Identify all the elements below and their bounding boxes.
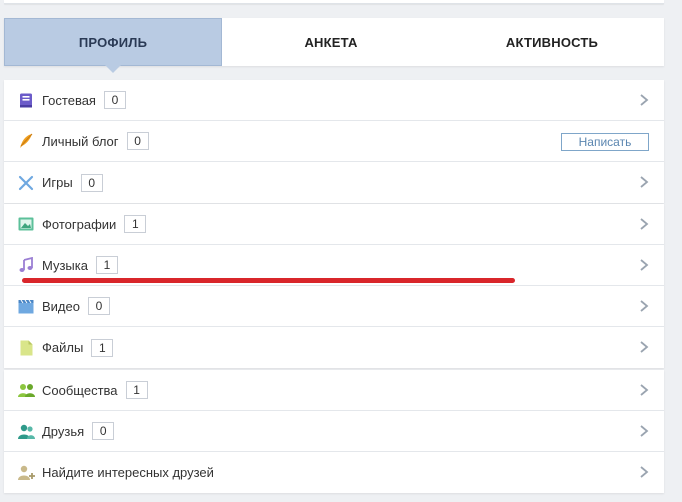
social-group: Сообщества 1 Друзья 0 Найдите интересных… [4, 370, 664, 493]
photo-icon [17, 215, 35, 233]
list-item-files[interactable]: Файлы 1 [4, 327, 664, 368]
chevron-right-icon [640, 259, 649, 271]
media-group: Фотографии 1 Музыка 1 Видео 0 Файлы 1 [4, 204, 664, 368]
communities-icon [17, 381, 35, 399]
guestbook-count: 0 [103, 91, 126, 109]
chevron-right-icon [640, 176, 649, 188]
chevron-right-icon [640, 384, 649, 396]
friends-label: Друзья [42, 423, 85, 439]
list-item-find-friends[interactable]: Найдите интересных друзей [4, 452, 664, 493]
music-label: Музыка [42, 257, 88, 273]
photos-count: 1 [124, 215, 147, 233]
list-item-friends[interactable]: Друзья 0 [4, 411, 664, 452]
music-note-icon [17, 256, 35, 274]
music-count: 1 [95, 256, 118, 274]
friends-count: 0 [92, 422, 115, 440]
list-item-video[interactable]: Видео 0 [4, 286, 664, 327]
tab-activity-label: АКТИВНОСТЬ [505, 34, 599, 50]
personal-group: Гостевая 0 Личный блог 0 Написать Игры 0 [4, 80, 664, 203]
blog-count: 0 [126, 132, 149, 150]
games-label: Игры [42, 175, 73, 190]
tab-questionnaire[interactable]: АНКЕТА [222, 18, 440, 66]
games-count: 0 [80, 173, 103, 192]
top-card-edge [4, 0, 664, 4]
find-friends-label: Найдите интересных друзей [42, 465, 214, 480]
list-item-blog[interactable]: Личный блог 0 Написать [4, 121, 664, 162]
chevron-right-icon [640, 300, 649, 312]
chevron-right-icon [640, 466, 649, 478]
add-friend-icon [17, 464, 35, 482]
guestbook-icon [17, 91, 35, 109]
tab-profile-label: ПРОФИЛЬ [78, 34, 148, 50]
communities-label: Сообщества [42, 382, 118, 398]
chevron-right-icon [640, 94, 649, 106]
video-label: Видео [42, 298, 80, 314]
list-item-photos[interactable]: Фотографии 1 [4, 204, 664, 245]
friends-icon [17, 422, 35, 440]
red-underline-annotation [22, 278, 515, 283]
tab-questionnaire-label: АНКЕТА [304, 34, 358, 50]
film-icon [17, 297, 35, 315]
file-icon [17, 339, 35, 357]
list-item-communities[interactable]: Сообщества 1 [4, 370, 664, 411]
profile-page: ПРОФИЛЬ АНКЕТА АКТИВНОСТЬ Гостевая 0 Лич… [0, 0, 682, 502]
write-post-button[interactable]: Написать [561, 133, 649, 151]
swords-icon [17, 174, 35, 192]
tab-profile[interactable]: ПРОФИЛЬ [4, 18, 222, 73]
video-count: 0 [87, 297, 110, 315]
active-tab-pointer [105, 65, 121, 73]
photos-label: Фотографии [42, 216, 117, 232]
guestbook-label: Гостевая [42, 92, 96, 108]
communities-count: 1 [125, 381, 148, 399]
tab-activity[interactable]: АКТИВНОСТЬ [440, 18, 664, 66]
list-item-guestbook[interactable]: Гостевая 0 [4, 80, 664, 121]
list-item-games[interactable]: Игры 0 [4, 162, 664, 203]
blog-label: Личный блог [42, 133, 119, 149]
chevron-right-icon [640, 341, 649, 353]
quill-icon [17, 132, 35, 150]
chevron-right-icon [640, 218, 649, 230]
files-count: 1 [91, 338, 114, 357]
chevron-right-icon [640, 425, 649, 437]
files-label: Файлы [42, 340, 84, 355]
profile-tabs: ПРОФИЛЬ АНКЕТА АКТИВНОСТЬ [4, 18, 664, 73]
